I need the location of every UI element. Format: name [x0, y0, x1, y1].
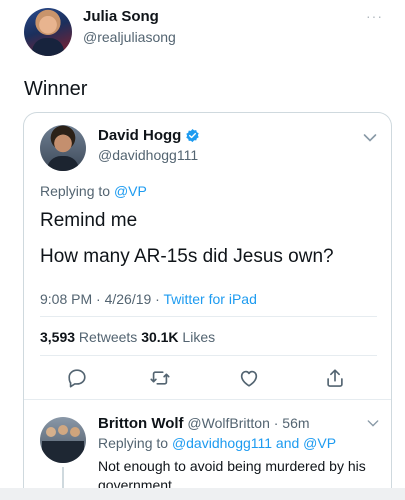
replying-to: Replying to @davidhogg111 and @VP	[98, 435, 336, 451]
engagement-stats: 3,593 Retweets 30.1K Likes	[40, 329, 215, 345]
more-icon[interactable]: ···	[366, 8, 383, 24]
reply-tweet[interactable]: Britton Wolf @WolfBritton · 56m Replying…	[24, 403, 391, 500]
avatar[interactable]	[40, 125, 86, 171]
timestamp[interactable]: 9:08 PM · 4/26/19 ·	[40, 291, 163, 307]
reply-icon[interactable]	[66, 367, 88, 389]
verified-icon	[186, 128, 200, 143]
author-name[interactable]: Julia Song	[83, 8, 159, 25]
author-name-row: David Hogg	[98, 127, 200, 144]
likes-count[interactable]: 30.1K	[141, 329, 178, 345]
bottom-bar	[0, 488, 405, 500]
chevron-down-icon[interactable]	[367, 419, 379, 428]
author-handle[interactable]: @realjuliasong	[83, 29, 176, 45]
divider	[40, 316, 377, 317]
avatar[interactable]	[40, 417, 86, 463]
replying-prefix: Replying to	[40, 183, 114, 199]
tweet-meta: 9:08 PM · 4/26/19 · Twitter for iPad	[40, 291, 257, 307]
replying-prefix: Replying to	[98, 435, 172, 451]
share-icon[interactable]	[324, 367, 346, 389]
author-handle[interactable]: @WolfBritton · 56m	[184, 415, 309, 431]
author-name[interactable]: Britton Wolf	[98, 415, 184, 432]
quoted-tweet-card[interactable]: David Hogg @davidhogg111 Replying to @VP…	[23, 112, 392, 500]
tweet-text: Winner	[24, 78, 88, 100]
action-bar	[24, 367, 391, 391]
source-link[interactable]: Twitter for iPad	[163, 291, 256, 307]
divider	[24, 399, 391, 400]
likes-label[interactable]: Likes	[179, 329, 215, 345]
like-icon[interactable]	[238, 367, 260, 389]
retweets-count[interactable]: 3,593	[40, 329, 75, 345]
author-name[interactable]: David Hogg	[98, 127, 181, 144]
tweet-text-line: How many AR-15s did Jesus own?	[40, 246, 334, 267]
reply-header: Britton Wolf @WolfBritton · 56m	[98, 415, 310, 432]
retweets-label[interactable]: Retweets	[75, 329, 141, 345]
avatar[interactable]	[24, 8, 72, 56]
retweet-icon[interactable]	[149, 367, 171, 389]
author-handle[interactable]: @davidhogg111	[98, 147, 198, 163]
tweet-text-line: Remind me	[40, 210, 138, 231]
mention-link[interactable]: @davidhogg111 and @VP	[172, 435, 336, 451]
divider	[40, 355, 377, 356]
outer-tweet-header: Julia Song @realjuliasong ···	[0, 0, 405, 64]
mention-link[interactable]: @VP	[114, 183, 147, 199]
chevron-down-icon[interactable]	[363, 133, 377, 143]
replying-to: Replying to @VP	[40, 183, 147, 199]
